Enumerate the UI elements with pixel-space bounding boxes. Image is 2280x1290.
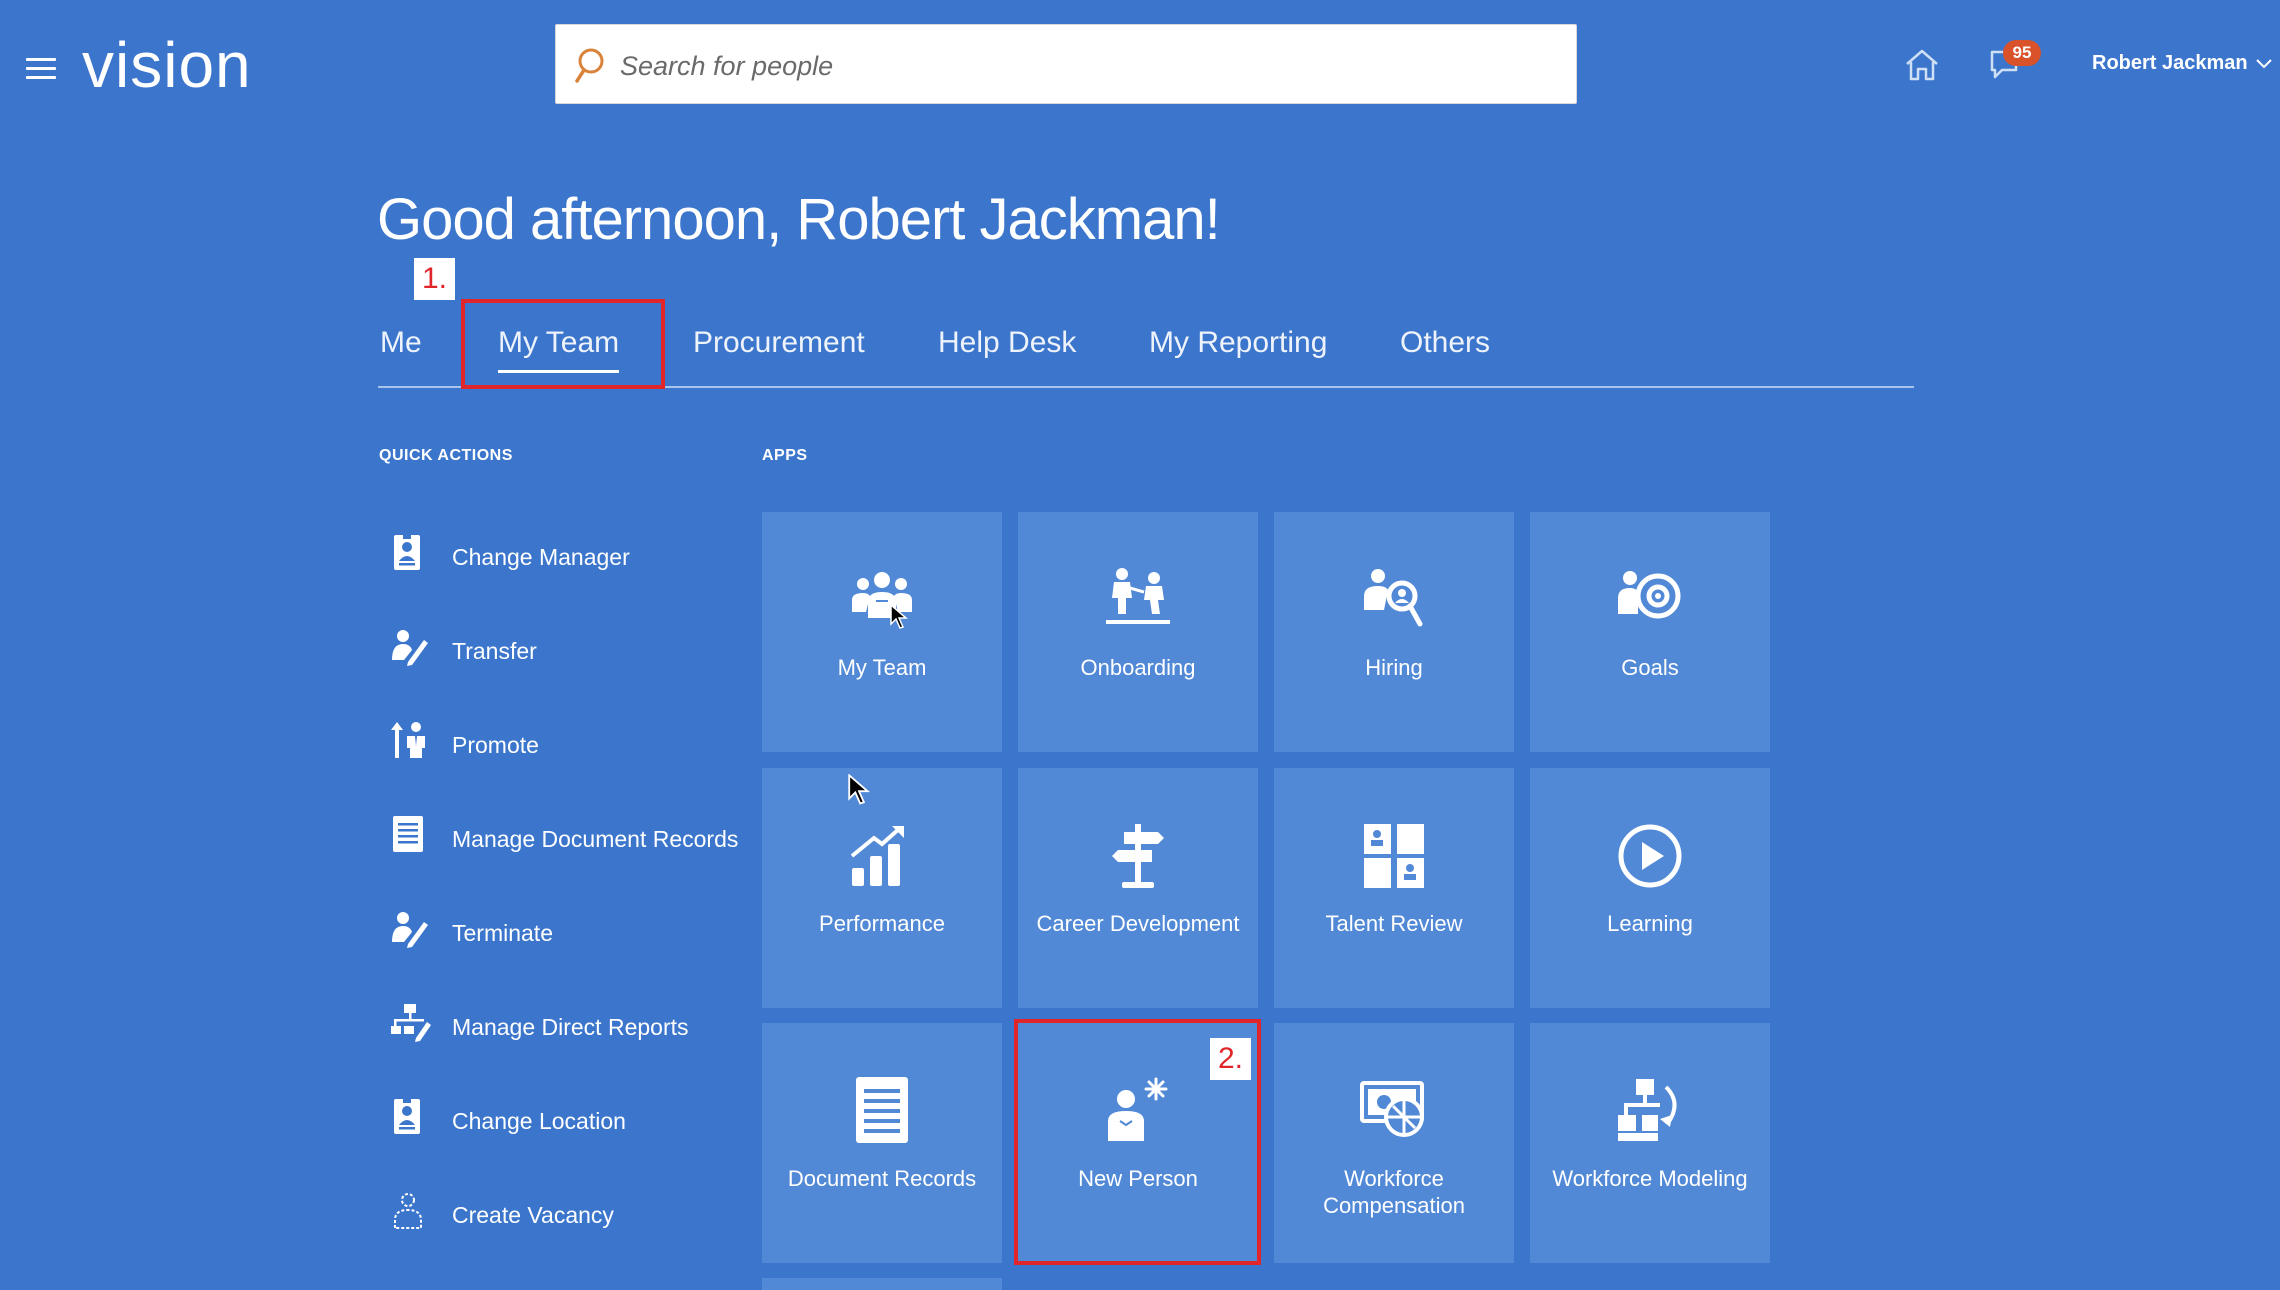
quick-action-label: Create Vacancy — [452, 1202, 614, 1228]
app-label: My Team — [837, 655, 927, 680]
app-label: Performance — [819, 911, 945, 936]
notification-count-badge: 95 — [2003, 40, 2041, 66]
quick-action-promote[interactable]: Promote — [390, 708, 750, 802]
quick-action-manage-document-records[interactable]: Manage Document Records — [390, 802, 750, 896]
search-icon — [575, 48, 604, 83]
home-icon[interactable] — [1904, 48, 1940, 82]
app-tile-goals[interactable]: Goals — [1530, 512, 1770, 752]
app-label: Goals — [1621, 655, 1679, 680]
document-icon — [856, 1077, 908, 1143]
quick-action-label: Promote — [452, 732, 539, 758]
hamburger-menu-icon[interactable] — [26, 58, 56, 80]
goals-icon — [1618, 571, 1681, 619]
quick-action-manage-direct-reports[interactable]: Manage Direct Reports — [390, 990, 750, 1084]
app-tile-document-records[interactable]: Document Records — [762, 1023, 1002, 1263]
quick-action-change-manager[interactable]: Change Manager — [390, 520, 750, 614]
compensation-icon — [1360, 1081, 1424, 1137]
quick-action-label: Transfer — [452, 638, 537, 664]
mouse-cursor-icon — [890, 604, 908, 629]
vision-logo[interactable]: vision — [82, 28, 252, 102]
quick-action-label: Change Manager — [452, 544, 630, 570]
talent-review-icon — [1364, 824, 1424, 888]
app-tile-performance[interactable]: Performance — [762, 768, 1002, 1008]
signpost-icon — [1112, 824, 1164, 888]
play-icon — [1618, 824, 1682, 888]
app-tile-my-team[interactable]: My Team — [762, 512, 1002, 752]
page: vision 95 Robert Jackman Good afternoon,… — [0, 0, 2280, 1290]
user-menu[interactable]: Robert Jackman — [2092, 52, 2272, 75]
badge-icon — [394, 533, 420, 570]
app-tile-learning[interactable]: Learning — [1530, 768, 1770, 1008]
greeting-heading: Good afternoon, Robert Jackman! — [377, 187, 1221, 252]
user-name: Robert Jackman — [2092, 52, 2248, 74]
annotation-highlight-my-team-tab — [461, 299, 665, 389]
app-label: Learning — [1607, 911, 1693, 936]
app-tile-workforce-compensation[interactable]: Workforce Compensation — [1274, 1023, 1514, 1263]
quick-actions-list: Change Manager Transfer Promote Manage D… — [390, 520, 750, 1272]
app-tile-career-development[interactable]: Career Development — [1018, 768, 1258, 1008]
tab-me[interactable]: Me — [380, 326, 422, 360]
app-tile-workforce-modeling[interactable]: Workforce Modeling — [1530, 1023, 1770, 1263]
app-label: Onboarding — [1080, 655, 1196, 680]
app-tile-onboarding[interactable]: Onboarding — [1018, 512, 1258, 752]
hiring-icon — [1364, 569, 1423, 627]
quick-action-change-location[interactable]: Change Location — [390, 1084, 750, 1178]
tab-help-desk[interactable]: Help Desk — [938, 326, 1076, 360]
quick-actions-heading: QUICK ACTIONS — [379, 447, 513, 464]
quick-action-label: Manage Document Records — [452, 826, 739, 852]
app-label: Workforce Modeling — [1552, 1166, 1748, 1191]
mouse-cursor-icon — [848, 774, 870, 805]
quick-action-label: Manage Direct Reports — [452, 1014, 689, 1040]
quick-action-label: Change Location — [452, 1108, 626, 1134]
app-label: Workforce Compensation — [1323, 1166, 1465, 1218]
app-tile-partial[interactable] — [762, 1278, 1002, 1290]
person-edit-icon — [392, 630, 428, 666]
person-edit-icon — [392, 912, 428, 948]
app-label: Hiring — [1365, 655, 1423, 680]
org-chart-icon — [391, 1004, 431, 1042]
search-box[interactable] — [555, 24, 1577, 104]
badge-icon — [394, 1097, 420, 1134]
vacancy-icon — [394, 1193, 422, 1229]
performance-icon — [850, 826, 904, 886]
modeling-icon — [1618, 1079, 1677, 1141]
quick-action-transfer[interactable]: Transfer — [390, 614, 750, 708]
apps-heading: APPS — [762, 447, 808, 464]
tab-others[interactable]: Others — [1400, 326, 1490, 360]
promote-icon — [391, 722, 425, 758]
quick-action-label: Terminate — [452, 920, 553, 946]
app-tile-talent-review[interactable]: Talent Review — [1274, 768, 1514, 1008]
tab-procurement[interactable]: Procurement — [693, 326, 865, 360]
app-label: Talent Review — [1325, 911, 1463, 936]
annotation-step-2: 2. — [1210, 1038, 1252, 1080]
app-tile-hiring[interactable]: Hiring — [1274, 512, 1514, 752]
document-icon — [393, 816, 423, 852]
search-input[interactable] — [618, 43, 1522, 89]
onboarding-icon — [1106, 568, 1170, 624]
chevron-down-icon — [2255, 59, 2272, 69]
app-label: Career Development — [1036, 911, 1240, 936]
annotation-step-1: 1. — [414, 258, 456, 300]
tab-my-reporting[interactable]: My Reporting — [1149, 326, 1327, 360]
quick-action-terminate[interactable]: Terminate — [390, 896, 750, 990]
app-label: Document Records — [787, 1166, 977, 1191]
quick-action-create-vacancy[interactable]: Create Vacancy — [390, 1178, 750, 1272]
